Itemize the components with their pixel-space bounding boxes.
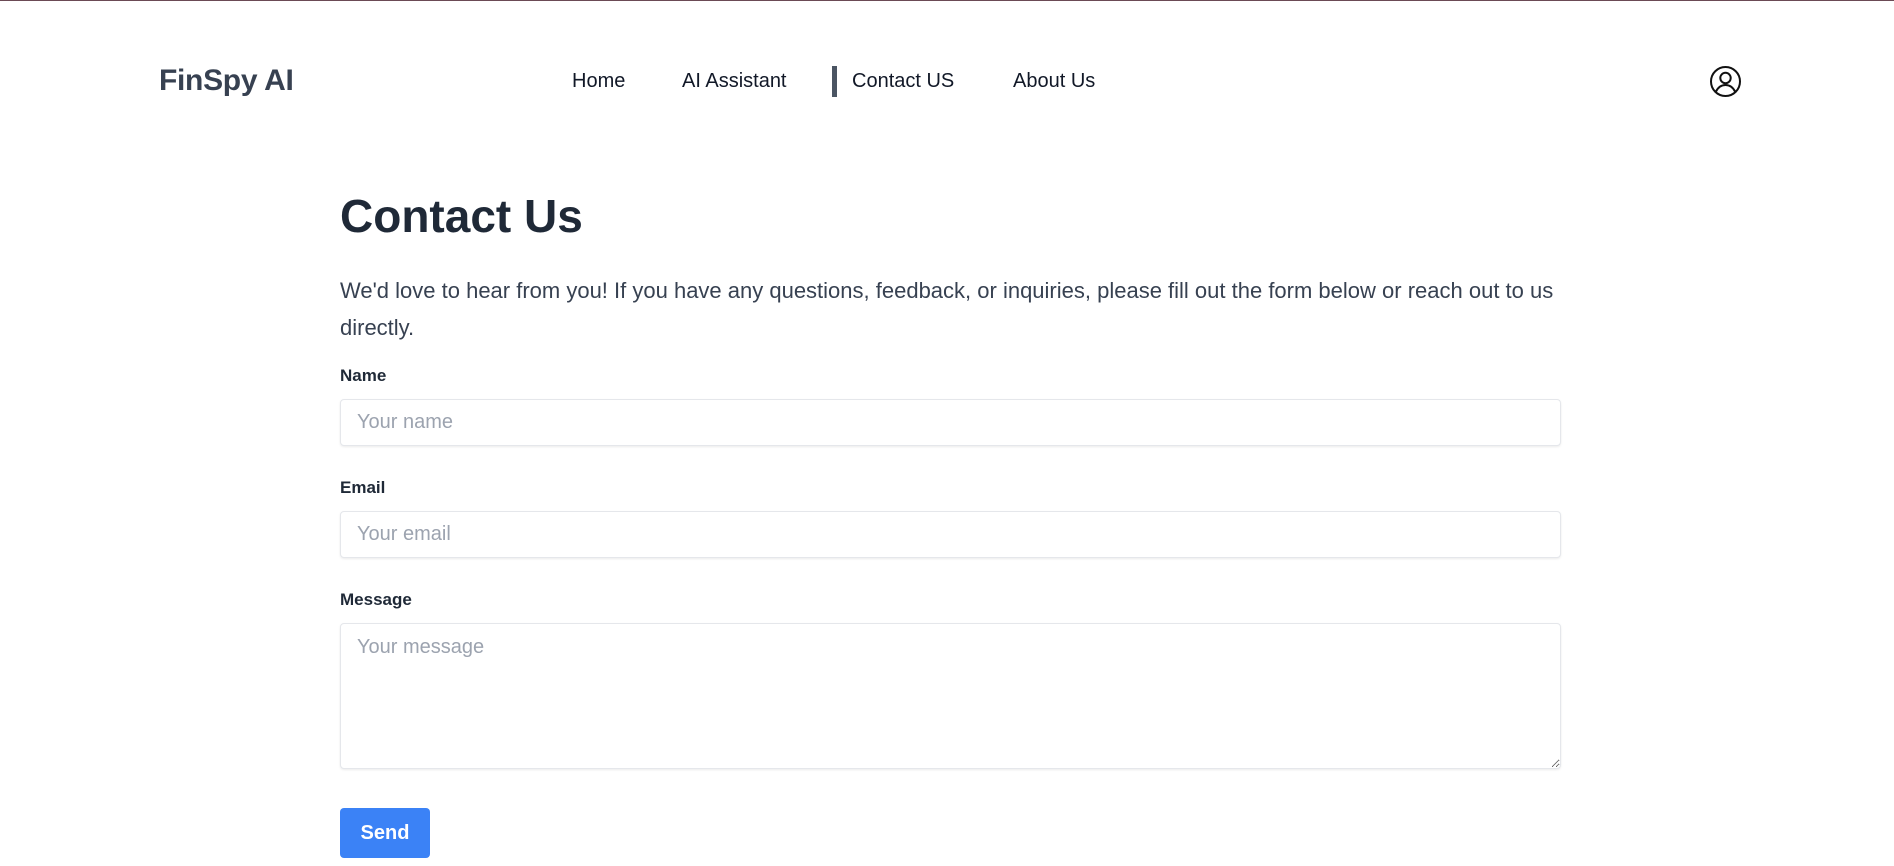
nav-link-about[interactable]: About Us <box>1013 69 1095 93</box>
intro-text: We'd love to hear from you! If you have … <box>340 278 1554 340</box>
message-label: Message <box>340 590 412 609</box>
page-title: Contact Us <box>340 190 583 242</box>
nav-link-home[interactable]: Home <box>572 69 625 93</box>
email-label: Email <box>340 478 386 497</box>
nav-link-contact[interactable]: Contact US <box>852 69 954 93</box>
navbar: FinSpy AI Home AI Assistant Contact US A… <box>0 0 1894 162</box>
email-input[interactable] <box>340 511 1561 558</box>
user-circle-icon[interactable] <box>1709 65 1742 98</box>
nav-active-indicator <box>832 66 837 97</box>
contact-section: Contact Us We'd love to hear from you! I… <box>340 180 1561 858</box>
brand-logo[interactable]: FinSpy AI <box>159 63 294 99</box>
message-textarea[interactable] <box>340 623 1561 769</box>
name-input[interactable] <box>340 399 1561 446</box>
send-button[interactable]: Send <box>340 808 430 858</box>
name-label: Name <box>340 366 387 385</box>
nav-link-ai-assistant[interactable]: AI Assistant <box>682 69 787 93</box>
